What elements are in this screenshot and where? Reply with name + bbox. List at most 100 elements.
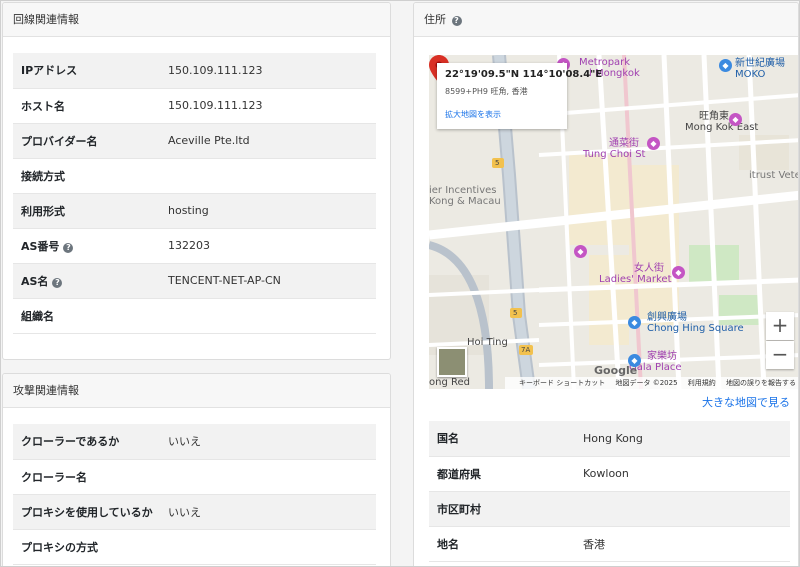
row-label: プロキシの方式	[21, 540, 98, 554]
table-row: 利用形式 hosting	[13, 193, 376, 229]
address-header: 住所 ?	[414, 3, 798, 37]
row-label: 接続方式	[21, 169, 65, 183]
map-plus-code: 8599+PH9 旺角, 香港	[445, 87, 528, 96]
row-label-cell: 市区町村	[429, 491, 583, 527]
table-row: 接続方式	[13, 158, 376, 194]
table-row: クローラーであるか いいえ	[13, 424, 376, 460]
table-row: ホスト名 150.109.111.123	[13, 88, 376, 124]
zoom-in-button[interactable]: +	[766, 312, 794, 340]
tung-choi-poi-icon[interactable]: ◆	[647, 137, 660, 150]
row-label: IPアドレス	[21, 64, 78, 78]
table-row: IPアドレス 150.109.111.123	[13, 53, 376, 89]
report-error-link[interactable]: 地図の誤りを報告する	[726, 379, 796, 387]
table-row: AS番号? 132203	[13, 228, 376, 264]
row-label: 組織名	[21, 309, 54, 323]
attack-info-table: クローラーであるか いいえクローラー名プロキシを使用しているか いいえプロキシの方式	[13, 424, 376, 565]
terms-link[interactable]: 利用規約	[688, 379, 716, 387]
map-label-hoi-ting: Hoi Ting	[467, 337, 508, 348]
table-row: AS名? TENCENT-NET-AP-CN	[13, 263, 376, 299]
help-icon[interactable]: ?	[63, 242, 74, 253]
row-label-cell: IPアドレス	[13, 53, 168, 89]
table-row: クローラー名	[13, 459, 376, 495]
row-label-cell: クローラー名	[13, 459, 168, 495]
table-row: プロキシの方式	[13, 529, 376, 565]
map-label-kong-macau: Kong & Macau	[429, 196, 501, 207]
row-value	[168, 459, 376, 495]
shop-poi-icon[interactable]: ◆	[574, 245, 587, 258]
row-label-cell: AS名?	[13, 263, 168, 299]
satellite-toggle[interactable]	[437, 347, 467, 377]
row-label-cell: 都道府県	[429, 456, 583, 492]
map-label-ladies: Ladies' Market	[599, 274, 672, 285]
road-shield-5a: 5	[495, 159, 500, 167]
map-label-chong-hing-zh: 創興廣場	[647, 312, 687, 323]
row-label: 都道府県	[437, 467, 481, 481]
road-shield-5b: 5	[513, 309, 518, 317]
line-info-table: IPアドレス 150.109.111.123 ホスト名 150.109.111.123…	[13, 53, 376, 334]
row-value: TENCENT-NET-AP-CN	[168, 263, 376, 299]
mongkok-east-poi-icon[interactable]: ◆	[729, 113, 742, 126]
map-label-gala-zh: 家樂坊	[647, 351, 677, 362]
line-info-card: 回線関連情報 IPアドレス 150.109.111.123 ホスト名 150.109.…	[2, 2, 391, 360]
map-label-tung-choi: Tung Choi St	[583, 149, 646, 160]
row-label: AS番号	[21, 239, 60, 253]
page-frame: 回線関連情報 IPアドレス 150.109.111.123 ホスト名 150.109.…	[0, 0, 800, 567]
row-value: Kowloon	[583, 456, 790, 492]
line-info-title: 回線関連情報	[3, 3, 390, 37]
row-label-cell: 利用形式	[13, 193, 168, 229]
map-label-moko-zh: 新世紀廣場	[735, 58, 785, 69]
chong-hing-poi-icon[interactable]: ◆	[628, 316, 641, 329]
row-value	[583, 491, 790, 527]
row-label: クローラー名	[21, 470, 87, 484]
row-value: 150.109.111.123	[168, 88, 376, 124]
table-row: プロキシを使用しているか いいえ	[13, 494, 376, 530]
table-row: 国名 Hong Kong	[429, 421, 790, 457]
help-icon[interactable]: ?	[52, 277, 63, 288]
row-value	[168, 298, 376, 334]
row-value: いいえ	[168, 494, 376, 530]
map-label-itrust: itrust Veteri	[749, 170, 798, 181]
row-label: AS名	[21, 274, 49, 288]
row-value: Hong Kong	[583, 421, 790, 457]
attack-info-card: 攻撃関連情報 クローラーであるか いいえ クローラー名 プロキシを使用しているか いいえ…	[2, 373, 391, 566]
map-label-mongkok-east: Mong Kok East	[685, 122, 759, 133]
row-label: プロバイダー名	[21, 134, 98, 148]
row-value: Aceville Pte.ltd	[168, 123, 376, 159]
road-shield-7a: 7A	[521, 346, 531, 354]
ladies-poi-icon[interactable]: ◆	[672, 266, 685, 279]
map-footer: キーボード ショートカット 地図データ ©2025 利用規約 地図の誤りを報告す…	[505, 377, 798, 389]
row-value: hosting	[168, 193, 376, 229]
enlarge-map-link[interactable]: 拡大地図を表示	[445, 109, 559, 120]
map-label-incentives: ier Incentives	[429, 185, 497, 196]
table-row: 組織名	[13, 298, 376, 334]
map-label-ladies-zh: 女人街	[634, 263, 664, 274]
row-label-cell: 組織名	[13, 298, 168, 334]
row-label-cell: 地名	[429, 526, 583, 562]
table-row: 地名 香港	[429, 526, 790, 562]
table-row: プロバイダー名 Aceville Pte.ltd	[13, 123, 376, 159]
help-icon[interactable]: ?	[451, 16, 462, 26]
row-label: 利用形式	[21, 204, 65, 218]
map-label-moko: MOKO	[735, 69, 766, 80]
address-card: 住所 ? 5 5 7A Metropark l Mongkok 新世紀廣場 MO…	[413, 2, 799, 566]
map-view[interactable]: 5 5 7A Metropark l Mongkok 新世紀廣場 MOKO 旺角…	[429, 55, 798, 389]
row-label-cell: プロキシを使用しているか	[13, 494, 168, 530]
moko-poi-icon[interactable]: ◆	[719, 59, 732, 72]
row-label: 地名	[437, 537, 459, 551]
row-label: 市区町村	[437, 502, 481, 516]
table-row: 市区町村	[429, 491, 790, 527]
row-value: 132203	[168, 228, 376, 264]
address-title: 住所	[424, 13, 446, 26]
zoom-out-button[interactable]: −	[766, 341, 794, 369]
row-value: 150.109.111.123	[168, 53, 376, 89]
row-value: 香港	[583, 526, 790, 562]
table-row: 都道府県 Kowloon	[429, 456, 790, 492]
row-label: ホスト名	[21, 99, 65, 113]
map-label-metropark: Metropark	[579, 57, 631, 68]
view-larger-map-link[interactable]: 大きな地図で見る	[702, 394, 790, 410]
address-table: 国名 Hong Kong 都道府県 Kowloon 市区町村地名 香港	[429, 421, 790, 562]
row-label: 国名	[437, 432, 459, 446]
map-data-credit: 地図データ ©2025	[615, 379, 678, 387]
row-label-cell: プロバイダー名	[13, 123, 168, 159]
keyboard-shortcuts-link[interactable]: キーボード ショートカット	[519, 379, 605, 387]
